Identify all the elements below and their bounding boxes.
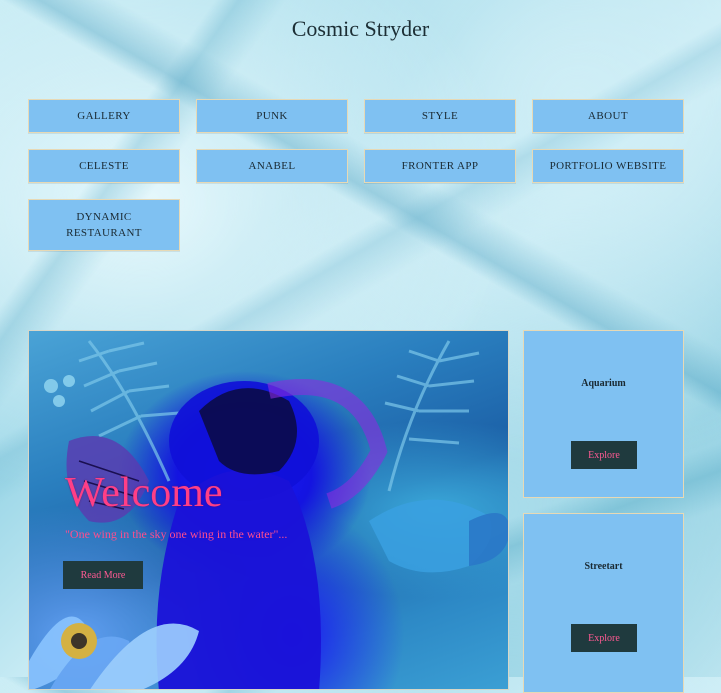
streetart-explore-button[interactable]: Explore	[571, 624, 637, 652]
nav-dynamic-restaurant-button[interactable]: DYNAMIC RESTAURANT	[28, 199, 180, 251]
hero-title: Welcome	[65, 470, 223, 516]
nav-about-button[interactable]: ABOUT	[532, 99, 684, 133]
aquarium-explore-button[interactable]: Explore	[571, 441, 637, 469]
nav-anabel-button[interactable]: ANABEL	[196, 149, 348, 183]
streetart-card: Streetart Explore	[523, 513, 684, 693]
read-more-button[interactable]: Read More	[63, 561, 143, 589]
nav-celeste-button[interactable]: CELESTE	[28, 149, 180, 183]
nav-portfolio-website-button[interactable]: PORTFOLIO WEBSITE	[532, 149, 684, 183]
nav-style-button[interactable]: STYLE	[364, 99, 516, 133]
hero-banner: Welcome "One wing in the sky one wing in…	[28, 330, 509, 690]
card-title: Streetart	[584, 561, 623, 572]
card-title: Aquarium	[581, 378, 626, 389]
site-title: Cosmic Stryder	[291, 16, 430, 41]
nav-fronter-app-button[interactable]: FRONTER APP	[364, 149, 516, 183]
nav-gallery-button[interactable]: GALLERY	[28, 99, 180, 133]
aquarium-card: Aquarium Explore	[523, 330, 684, 498]
nav-punk-button[interactable]: PUNK	[196, 99, 348, 133]
hero-subtitle: "One wing in the sky one wing in the wat…	[65, 527, 288, 541]
